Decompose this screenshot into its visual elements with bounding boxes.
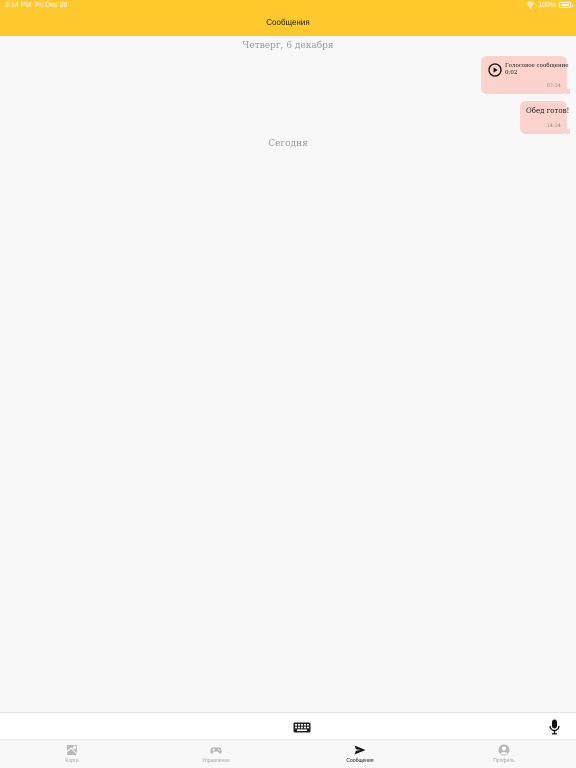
voice-message-duration: 0:02 [505,70,518,76]
voice-message-title: Голосовое сообщение [505,63,569,69]
wifi-icon [526,1,535,9]
navigation-bar: Сообщения [0,12,576,36]
date-separator: Четверг, 6 декабря [242,41,334,51]
microphone-icon[interactable] [549,719,560,735]
page-title: Сообщения [266,18,310,27]
message-time: 07:34 [546,83,561,89]
gamepad-icon [210,747,222,754]
battery-percent: 100% [538,1,556,9]
status-date: Fri Dec 28 [34,2,68,9]
tab-map[interactable]: Карта [0,740,144,768]
tab-profile[interactable]: Профиль [432,740,576,768]
tab-label: Карта [65,758,79,764]
tab-control[interactable]: Управление [144,740,288,768]
map-icon [66,745,78,755]
tab-label: Сообщения [346,758,374,764]
message-text: Обед готов! [526,107,570,115]
tab-label: Управление [202,758,230,764]
chat-area[interactable]: Четверг, 6 декабря Голосовое сообщение 0… [0,36,576,712]
tab-messages[interactable]: Сообщения [288,740,432,768]
play-icon[interactable] [488,63,502,77]
status-bar: 2:14 PM Fri Dec 28 100% [0,0,576,12]
text-message-bubble[interactable]: Обед готов! 14:34 [520,101,570,134]
send-icon [354,745,366,755]
tab-label: Профиль [493,758,515,764]
message-time: 14:34 [546,123,561,129]
status-indicators: 100% [526,1,573,9]
status-datetime: 2:14 PM Fri Dec 28 [5,2,67,9]
input-bar [0,712,576,740]
tab-bar: Карта Управление Сообщения Профиль [0,740,576,768]
date-separator: Сегодня [268,139,308,149]
status-time: 2:14 PM [5,2,32,9]
keyboard-icon[interactable] [293,722,311,733]
battery-icon [559,2,573,8]
profile-icon [498,744,510,756]
voice-message-bubble[interactable]: Голосовое сообщение 0:02 07:34 [481,56,570,94]
